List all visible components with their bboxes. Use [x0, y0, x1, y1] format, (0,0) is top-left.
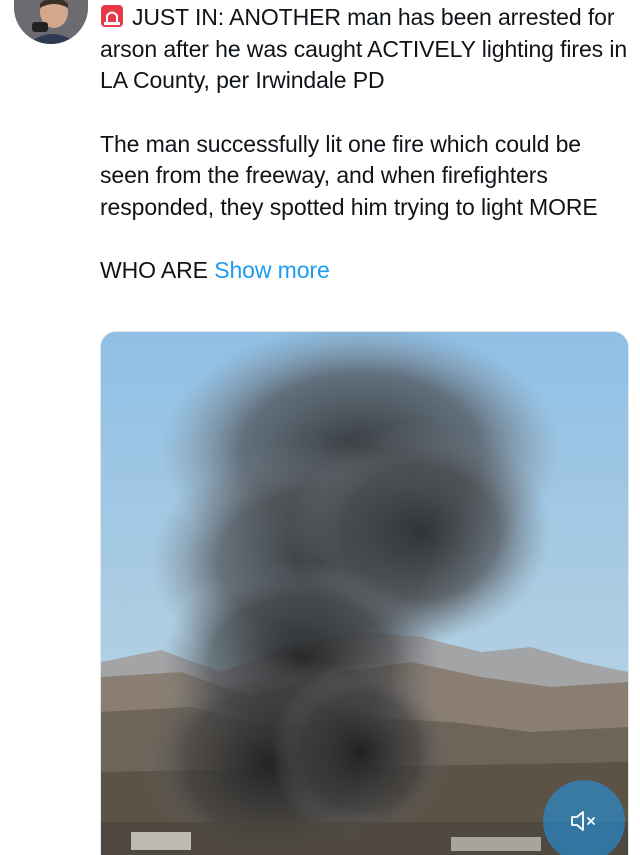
tweet-paragraph-3: WHO ARE Show more: [100, 255, 630, 287]
tweet-paragraph-2: The man successfully lit one fire which …: [100, 130, 598, 220]
mute-toggle-button[interactable]: [543, 780, 625, 855]
video-player[interactable]: [100, 331, 629, 855]
rotating-light-icon: [100, 4, 124, 28]
tweet-paragraph-1: JUST IN: ANOTHER man has been arrested f…: [100, 2, 630, 97]
tweet-text: JUST IN: ANOTHER man has been arrested f…: [100, 2, 630, 287]
avatar[interactable]: [14, 0, 88, 44]
tweet-paragraph-1-text: JUST IN: ANOTHER man has been arrested f…: [100, 4, 628, 93]
tweet[interactable]: JUST IN: ANOTHER man has been arrested f…: [0, 0, 640, 855]
show-more-link[interactable]: Show more: [214, 257, 330, 283]
tweet-teaser: WHO ARE: [100, 257, 208, 283]
